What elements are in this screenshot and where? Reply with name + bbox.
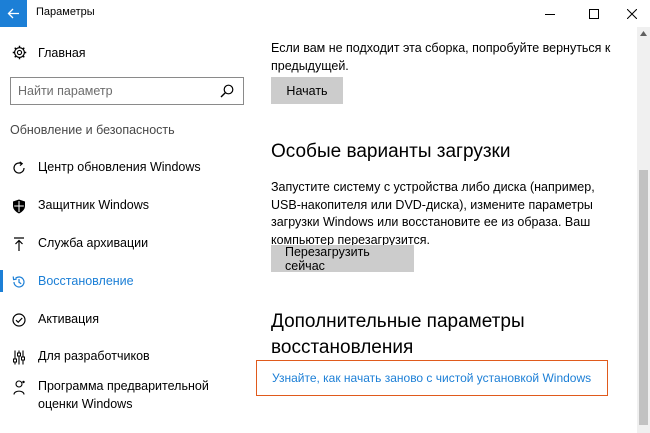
restart-now-button[interactable]: Перезагрузить сейчас <box>271 245 414 273</box>
sidebar-item-defender[interactable]: Защитник Windows <box>0 198 256 214</box>
search-box[interactable]: Найти параметр <box>10 77 244 105</box>
section-title: Обновление и безопасность <box>10 123 175 137</box>
close-button[interactable] <box>614 0 650 27</box>
back-arrow-icon <box>7 8 19 19</box>
main-content: Если вам не подходит эта сборка, попробу… <box>256 27 636 433</box>
upload-arrow-icon <box>0 236 38 252</box>
search-icon[interactable] <box>220 84 234 98</box>
sidebar-item-backup[interactable]: Служба архивации <box>0 236 256 252</box>
sidebar-item-label: Программа предварительной оценки Windows <box>38 379 209 411</box>
title-bar: Параметры <box>0 0 650 27</box>
special-boot-description: Запустите систему с устройства либо диск… <box>271 180 595 247</box>
special-boot-heading: Особые варианты загрузки <box>271 141 511 162</box>
vertical-scrollbar[interactable] <box>637 27 650 433</box>
maximize-icon <box>589 8 599 19</box>
sidebar-item-recovery[interactable]: Восстановление <box>0 274 256 290</box>
close-icon <box>627 8 637 19</box>
home-label: Главная <box>38 45 86 60</box>
sidebar-item-label: Активация <box>38 312 100 326</box>
history-icon <box>0 274 38 289</box>
developer-sliders-icon <box>0 349 38 365</box>
clean-install-link[interactable]: Узнайте, как начать заново с чистой уста… <box>272 371 591 385</box>
back-button[interactable] <box>0 0 27 27</box>
advanced-recovery-heading: Дополнительные параметры восстановления <box>271 311 525 358</box>
scroll-up-arrow-icon[interactable] <box>640 31 647 36</box>
scrollbar-thumb[interactable] <box>639 170 648 425</box>
sidebar: Главная Найти параметр Обновление и безо… <box>0 27 256 433</box>
minimize-icon <box>545 13 555 15</box>
maximize-button[interactable] <box>576 0 612 27</box>
minimize-button[interactable] <box>532 0 568 27</box>
sidebar-item-label: Восстановление <box>38 274 134 288</box>
sidebar-item-windows-update[interactable]: Центр обновления Windows <box>0 160 256 176</box>
start-button[interactable]: Начать <box>271 77 343 104</box>
sidebar-item-label: Защитник Windows <box>38 198 150 212</box>
search-input[interactable]: Найти параметр <box>18 84 113 98</box>
rollback-description: Если вам не подходит эта сборка, попробу… <box>271 41 611 73</box>
refresh-icon <box>0 160 38 175</box>
sidebar-item-insider[interactable]: Программа предварительной оценки Windows <box>0 379 256 413</box>
check-circle-icon <box>0 312 38 327</box>
sidebar-item-activation[interactable]: Активация <box>0 312 256 328</box>
sidebar-item-label: Для разработчиков <box>38 349 150 363</box>
gear-icon <box>12 45 27 60</box>
home-link[interactable]: Главная <box>12 45 86 60</box>
highlight-box: Узнайте, как начать заново с чистой уста… <box>256 360 608 396</box>
sidebar-item-label: Центр обновления Windows <box>38 160 201 174</box>
sidebar-item-developers[interactable]: Для разработчиков <box>0 349 256 365</box>
insider-icon <box>0 379 38 395</box>
shield-icon <box>0 198 38 214</box>
window-title: Параметры <box>36 6 95 18</box>
sidebar-item-label: Служба архивации <box>38 236 149 250</box>
